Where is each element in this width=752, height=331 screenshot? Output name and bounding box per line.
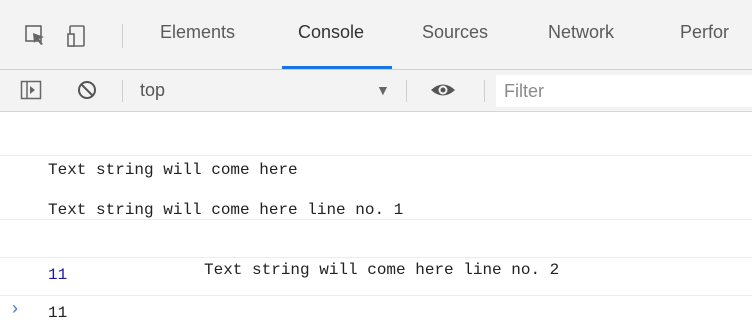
toolbar-divider: [122, 80, 123, 102]
toolbar-divider: [122, 24, 123, 48]
console-message-text: Text string will come here line no. 1: [48, 201, 404, 219]
console-prompt[interactable]: ›: [0, 296, 752, 322]
active-tab-indicator: [282, 66, 392, 69]
sidebar-toggle-icon[interactable]: [20, 79, 42, 106]
inspect-element-icon[interactable]: [24, 24, 48, 48]
eye-icon[interactable]: [430, 79, 456, 106]
tab-console[interactable]: Console: [298, 22, 364, 43]
tab-network[interactable]: Network: [548, 22, 614, 43]
tab-sources[interactable]: Sources: [422, 22, 488, 43]
console-toolbar: top ▼: [0, 70, 752, 112]
toolbar-divider: [484, 80, 485, 102]
context-selector[interactable]: top: [140, 80, 165, 101]
toolbar-divider: [406, 80, 407, 102]
console-message: Text string will come here: [0, 112, 752, 179]
filter-input[interactable]: [496, 75, 752, 107]
console-message: Text string will come here line no. 1 Te…: [0, 156, 752, 279]
tab-elements[interactable]: Elements: [160, 22, 235, 43]
device-toggle-icon[interactable]: [66, 24, 90, 48]
console-message: 11: [0, 258, 752, 322]
console-message: 11: [0, 220, 752, 284]
tab-performance[interactable]: Perfor: [680, 22, 729, 43]
console-messages: Text string will come here Text string w…: [0, 112, 752, 322]
devtools-tab-bar: Elements Console Sources Network Perfor: [0, 0, 752, 70]
prompt-caret-icon: ›: [12, 298, 18, 318]
clear-console-icon[interactable]: [76, 79, 98, 106]
dropdown-arrow-icon[interactable]: ▼: [376, 82, 390, 98]
devtools-window: Elements Console Sources Network Perfor …: [0, 0, 752, 331]
